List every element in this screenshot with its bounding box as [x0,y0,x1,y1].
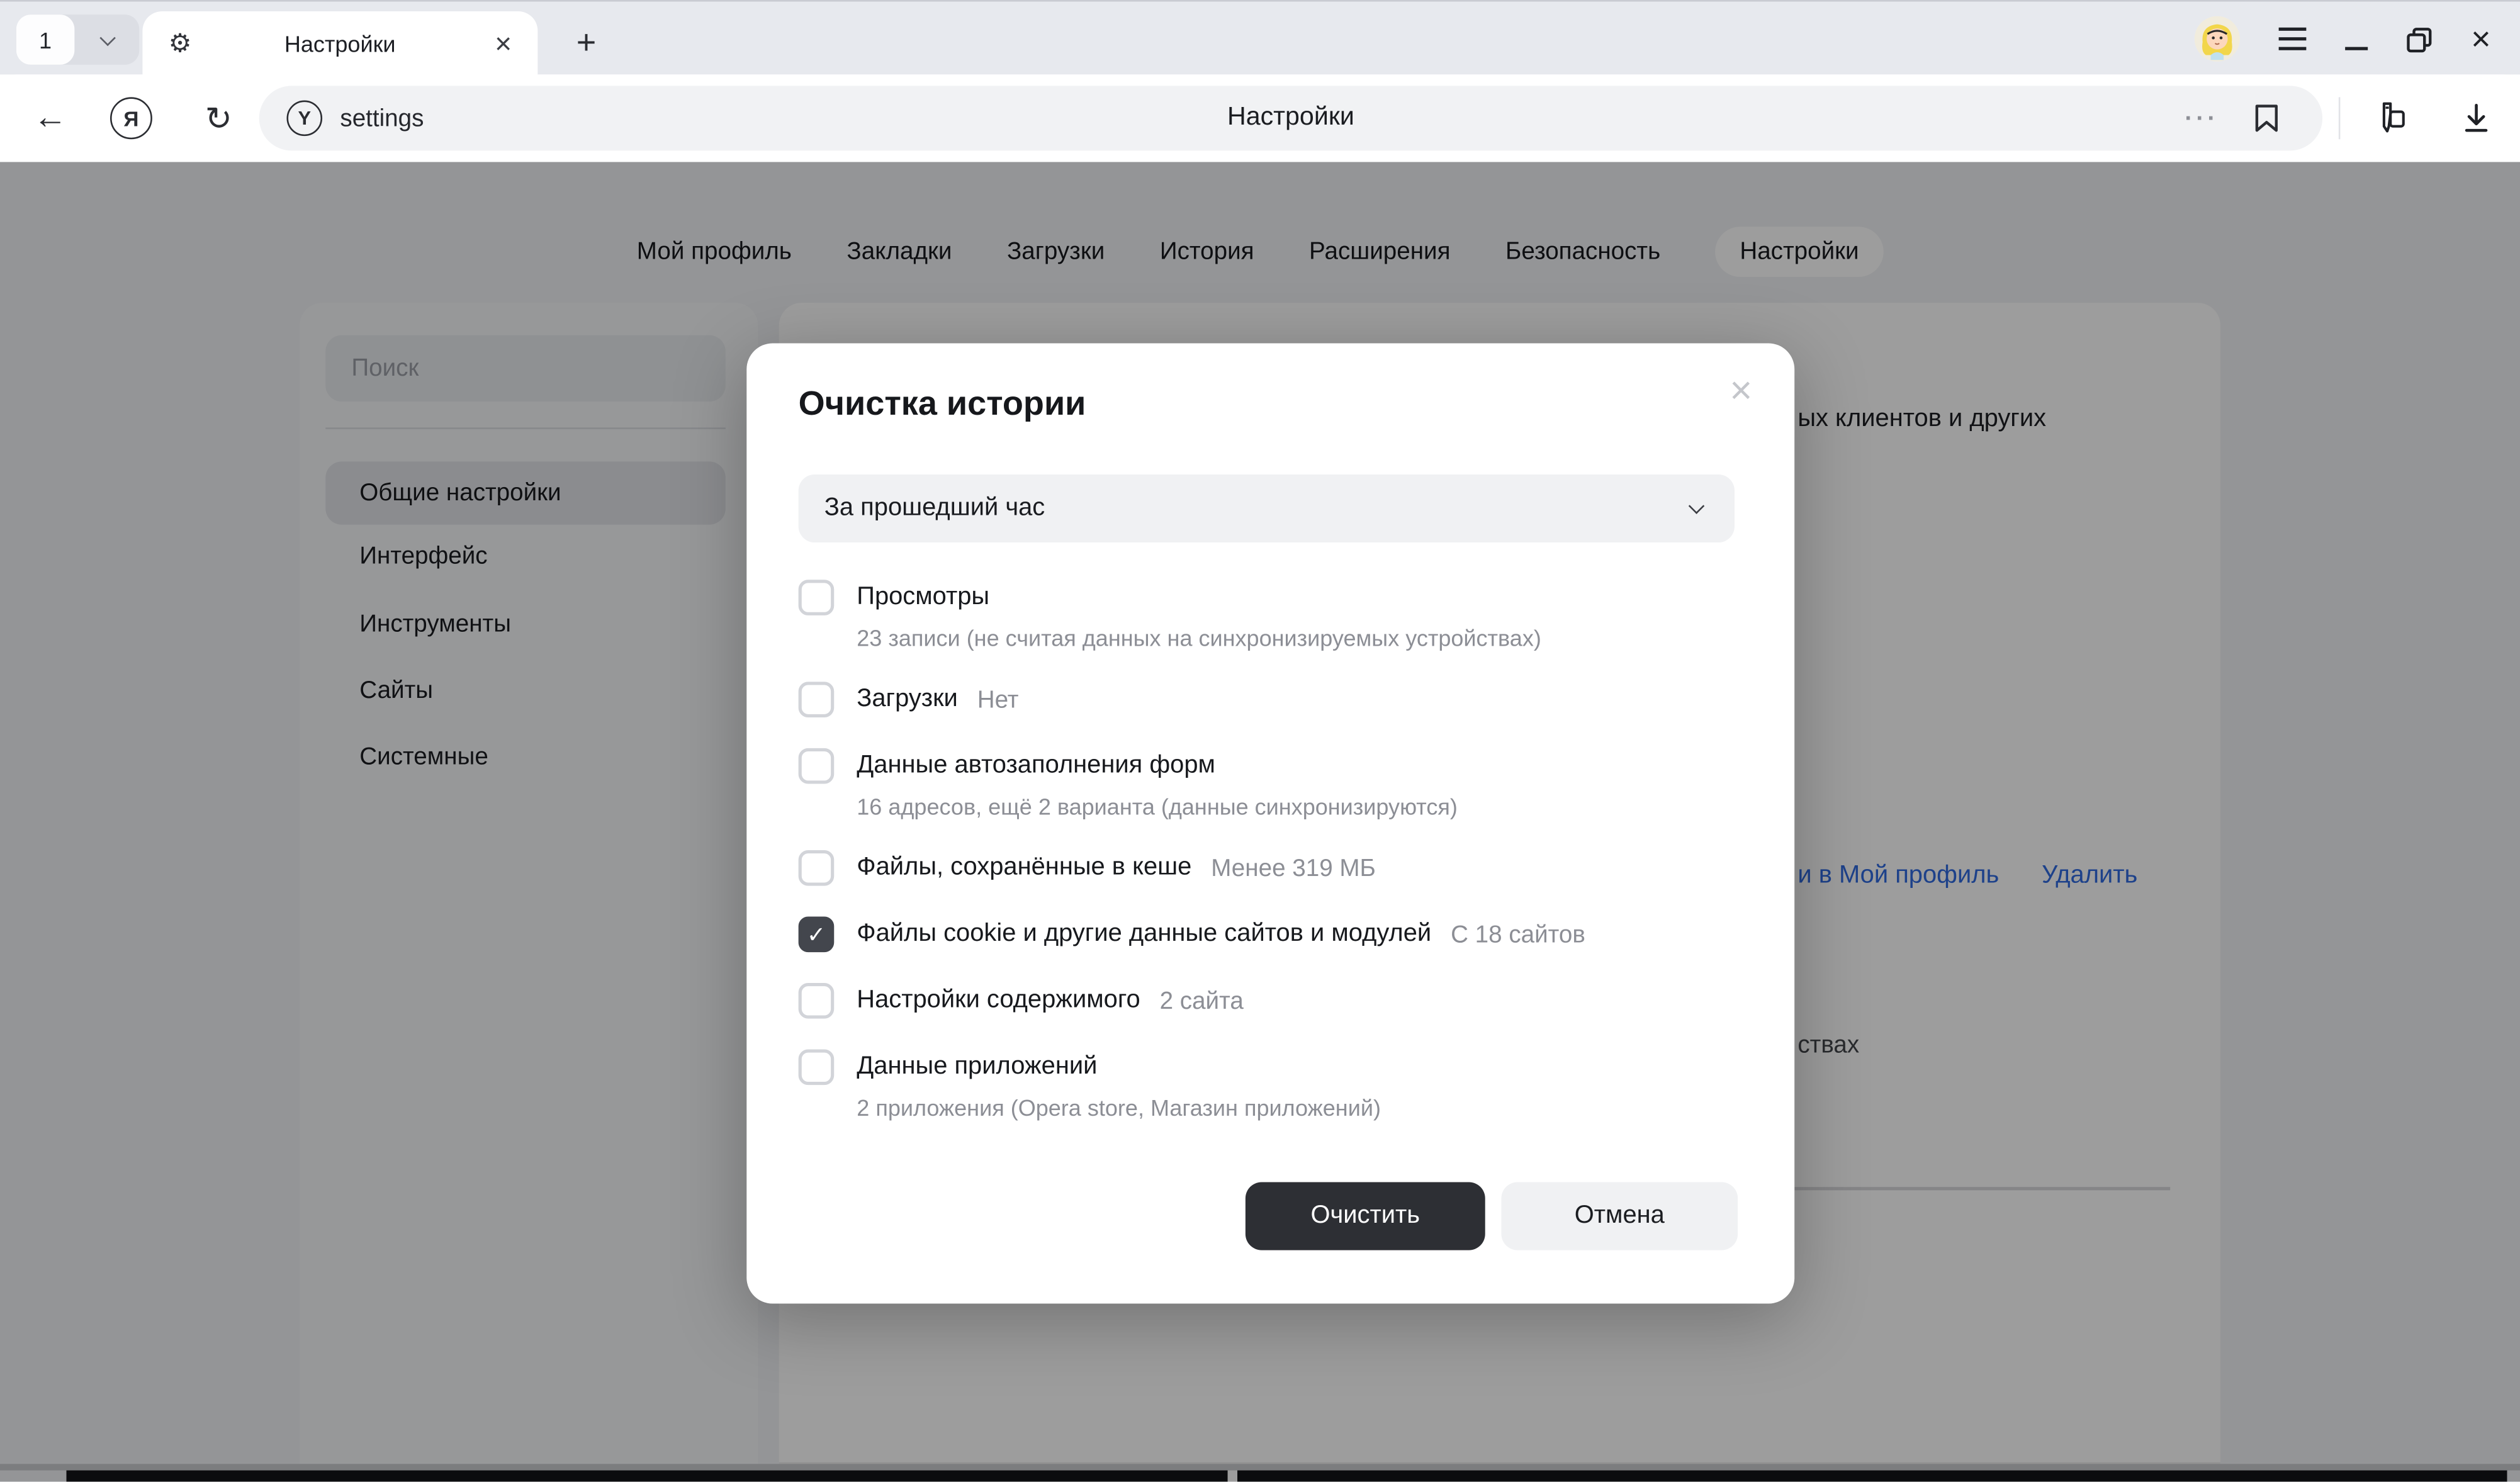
checkbox-cookies[interactable]: ✓ [799,916,835,952]
settings-page: Мой профиль Закладки Загрузки История Ра… [0,162,2520,1481]
period-select[interactable]: За прошедший час [799,474,1735,542]
toolbar: ← Я ↻ Y settings Настройки ··· [0,74,2520,162]
page-title: Настройки [259,104,2322,133]
clear-button[interactable]: Очистить [1246,1182,1485,1250]
gear-icon: ⚙ [169,28,192,60]
checkbox-content-settings[interactable] [799,983,835,1019]
bookmark-icon[interactable] [2253,104,2280,133]
clear-history-dialog: × Очистка истории За прошедший час Просм… [746,344,1794,1304]
toolbar-divider [2339,97,2341,139]
tab-counter[interactable]: 1 [16,14,75,65]
cancel-button[interactable]: Отмена [1501,1182,1738,1250]
more-dots-icon[interactable]: ··· [2185,104,2219,132]
list-item: Настройки содержимого 2 сайта [799,983,1748,1019]
chevron-down-icon [1689,498,1704,514]
list-item: Загрузки Нет [799,682,1748,717]
passwords-key-icon[interactable] [2361,74,2416,162]
dialog-close-icon[interactable]: × [1730,373,1752,412]
yandex-logo-icon[interactable]: Я [107,74,155,162]
restore-icon[interactable] [2406,28,2432,53]
checkbox-cache[interactable] [799,850,835,886]
list-item: Данные приложений 2 приложения (Opera st… [799,1049,1748,1120]
tab-title: Настройки [192,31,488,57]
new-tab-button[interactable]: + [560,18,612,69]
tab-close-icon[interactable]: × [488,29,519,58]
window-close-icon[interactable]: × [2471,22,2491,56]
checkbox-views[interactable] [799,580,835,615]
back-arrow-icon[interactable]: ← [26,74,74,162]
check-icon: ✓ [807,921,826,948]
reload-icon[interactable]: ↻ [194,74,243,162]
girl-avatar-icon [2194,16,2239,62]
profile-avatar[interactable] [2194,16,2239,62]
period-value: За прошедший час [824,494,1045,523]
tab-settings[interactable]: ⚙ Настройки × [142,11,537,76]
list-item: Просмотры 23 записи (не считая данных на… [799,580,1748,651]
url-bar[interactable]: Y settings Настройки ··· [259,86,2322,150]
tab-bar: 1 ⚙ Настройки × + [0,0,2520,74]
checkbox-downloads[interactable] [799,682,835,717]
list-item: Файлы, сохранённые в кеше Менее 319 МБ [799,850,1748,886]
history-item-list: Просмотры 23 записи (не считая данных на… [799,580,1748,1151]
menu-icon[interactable] [2278,27,2306,50]
browser-window: 1 ⚙ Настройки × + [0,0,2520,1482]
chevron-down-icon [99,29,115,45]
downloads-icon[interactable] [2449,74,2504,162]
dialog-title: Очистка истории [799,385,1086,424]
minimize-icon[interactable] [2344,47,2367,50]
tab-counter-group[interactable]: 1 [16,14,140,65]
list-item: Данные автозаполнения форм 16 адресов, е… [799,748,1748,819]
tabs-dropdown-button[interactable] [74,14,139,65]
list-item: ✓ Файлы cookie и другие данные сайтов и … [799,916,1748,952]
checkbox-app-data[interactable] [799,1049,835,1085]
checkbox-autofill[interactable] [799,748,835,784]
